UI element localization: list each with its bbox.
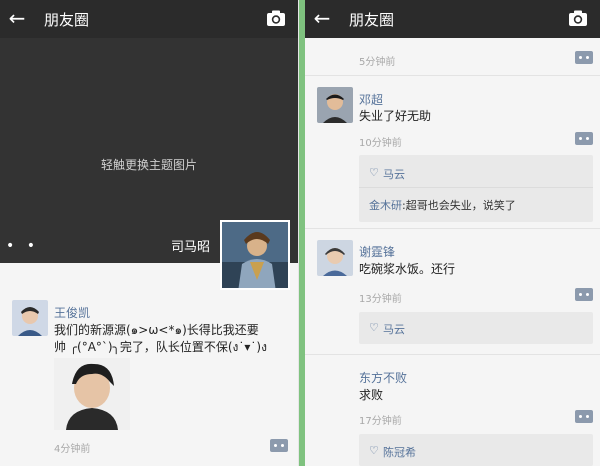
post-text: 失业了好无助 bbox=[359, 109, 432, 123]
post-author[interactable]: 王俊凯 bbox=[54, 304, 90, 321]
liker-name[interactable]: 马云 bbox=[383, 321, 405, 337]
cover-dots: • • bbox=[6, 238, 39, 254]
post-divider bbox=[305, 354, 600, 355]
warrior-avatar-art bbox=[222, 222, 288, 288]
camera-icon[interactable] bbox=[266, 9, 286, 27]
heart-icon: ♡ bbox=[369, 166, 379, 179]
likes-panel: ♡ 陈冠希 bbox=[359, 434, 593, 466]
arrow-left-icon[interactable]: ← bbox=[6, 6, 28, 30]
avatar[interactable] bbox=[317, 364, 353, 400]
post-time: 5分钟前 bbox=[359, 57, 396, 68]
camera-icon[interactable] bbox=[568, 9, 588, 27]
heart-icon: ♡ bbox=[369, 321, 379, 334]
avatar-photo bbox=[317, 87, 353, 123]
liker-name[interactable]: 陈冠希 bbox=[383, 444, 416, 460]
panel-separator bbox=[359, 187, 593, 188]
cover-image[interactable]: 轻触更换主题图片 • • 司马昭 bbox=[0, 38, 298, 290]
post-divider bbox=[305, 228, 600, 229]
top-bar: ← 朋友圈 bbox=[0, 0, 298, 38]
likes-comments-panel: ♡ 马云 金木研:超哥也会失业，说笑了 bbox=[359, 155, 593, 222]
post-time: 13分钟前 bbox=[359, 294, 402, 305]
post-text: 吃碗浆水饭。还行 bbox=[359, 262, 456, 276]
owner-avatar[interactable] bbox=[220, 220, 290, 290]
page-title: 朋友圈 bbox=[44, 11, 90, 29]
page-title: 朋友圈 bbox=[349, 11, 395, 29]
comment-icon[interactable] bbox=[575, 410, 593, 423]
right-screen: ← 朋友圈 5分钟前 邓超 失业了好无助 10分钟前 ♡ 马云 金木研:超哥也会… bbox=[305, 0, 600, 466]
arrow-left-icon[interactable]: ← bbox=[311, 6, 333, 30]
likes-panel: ♡ 马云 bbox=[359, 312, 593, 344]
left-screen: ← 朋友圈 轻触更换主题图片 • • 司马昭 王俊凯 我们的新源源(๑>ω<*๑… bbox=[0, 0, 299, 466]
liker-name[interactable]: 马云 bbox=[383, 166, 405, 182]
comment-author[interactable]: 金木研 bbox=[369, 199, 402, 212]
avatar[interactable] bbox=[317, 87, 353, 123]
owner-name: 司马昭 bbox=[170, 240, 210, 255]
comment-icon[interactable] bbox=[575, 51, 593, 64]
post-author[interactable]: 谢霆锋 bbox=[359, 243, 395, 260]
avatar[interactable] bbox=[317, 240, 353, 276]
heart-icon: ♡ bbox=[369, 444, 379, 457]
post-author[interactable]: 东方不败 bbox=[359, 369, 407, 386]
avatar[interactable] bbox=[12, 300, 48, 336]
post-text-line-2: 帅 ╭(°A°`)╮完了，队长位置不保(ง˙▾˙)ง bbox=[54, 340, 267, 354]
top-bar: ← 朋友圈 bbox=[305, 0, 600, 38]
post-photo-art bbox=[54, 358, 130, 430]
post-time: 10分钟前 bbox=[359, 138, 402, 149]
comment-text: :超哥也会失业，说笑了 bbox=[402, 199, 516, 212]
comment-icon[interactable] bbox=[575, 288, 593, 301]
post-author[interactable]: 邓超 bbox=[359, 91, 383, 108]
post-time: 4分钟前 bbox=[54, 444, 91, 455]
cover-hint: 轻触更换主题图片 bbox=[100, 158, 197, 172]
avatar-photo bbox=[12, 300, 48, 336]
post-time: 17分钟前 bbox=[359, 416, 402, 427]
comment-icon[interactable] bbox=[575, 132, 593, 145]
avatar-photo bbox=[317, 240, 353, 276]
post-text-line-1: 我们的新源源(๑>ω<*๑)长得比我还要 bbox=[54, 323, 259, 337]
comment-icon[interactable] bbox=[270, 439, 288, 452]
comment-line[interactable]: 金木研:超哥也会失业，说笑了 bbox=[369, 197, 516, 213]
post-text: 求败 bbox=[359, 388, 384, 402]
post-photo[interactable] bbox=[54, 358, 130, 430]
post-divider bbox=[305, 75, 600, 76]
